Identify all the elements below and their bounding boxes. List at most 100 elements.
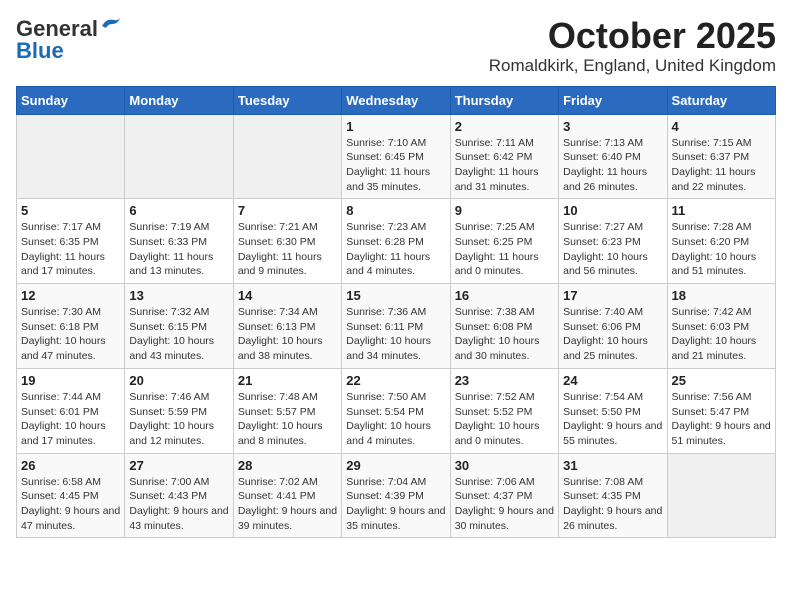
weekday-header-friday: Friday	[559, 86, 667, 114]
day-info: Sunrise: 7:17 AMSunset: 6:35 PMDaylight:…	[21, 220, 120, 279]
calendar-cell: 9 Sunrise: 7:25 AMSunset: 6:25 PMDaylight…	[450, 199, 558, 284]
day-info: Sunrise: 7:40 AMSunset: 6:06 PMDaylight:…	[563, 305, 662, 364]
day-number: 4	[672, 119, 771, 134]
day-number: 18	[672, 288, 771, 303]
day-info: Sunrise: 7:00 AMSunset: 4:43 PMDaylight:…	[129, 475, 228, 534]
day-number: 10	[563, 203, 662, 218]
calendar-cell: 29 Sunrise: 7:04 AMSunset: 4:39 PMDayligh…	[342, 453, 450, 538]
day-number: 5	[21, 203, 120, 218]
day-number: 3	[563, 119, 662, 134]
calendar-table: SundayMondayTuesdayWednesdayThursdayFrid…	[16, 86, 776, 539]
day-number: 16	[455, 288, 554, 303]
calendar-cell	[17, 114, 125, 199]
calendar-cell: 18 Sunrise: 7:42 AMSunset: 6:03 PMDayligh…	[667, 284, 775, 369]
calendar-cell: 15 Sunrise: 7:36 AMSunset: 6:11 PMDayligh…	[342, 284, 450, 369]
logo-bird-icon	[100, 16, 122, 34]
day-info: Sunrise: 7:08 AMSunset: 4:35 PMDaylight:…	[563, 475, 662, 534]
day-number: 26	[21, 458, 120, 473]
day-number: 12	[21, 288, 120, 303]
day-number: 19	[21, 373, 120, 388]
day-info: Sunrise: 7:50 AMSunset: 5:54 PMDaylight:…	[346, 390, 445, 449]
day-info: Sunrise: 7:38 AMSunset: 6:08 PMDaylight:…	[455, 305, 554, 364]
day-number: 7	[238, 203, 337, 218]
day-info: Sunrise: 7:25 AMSunset: 6:25 PMDaylight:…	[455, 220, 554, 279]
day-number: 23	[455, 373, 554, 388]
calendar-week-3: 12 Sunrise: 7:30 AMSunset: 6:18 PMDayligh…	[17, 284, 776, 369]
weekday-header-thursday: Thursday	[450, 86, 558, 114]
logo: General Blue	[16, 16, 122, 64]
calendar-cell: 11 Sunrise: 7:28 AMSunset: 6:20 PMDayligh…	[667, 199, 775, 284]
day-info: Sunrise: 7:28 AMSunset: 6:20 PMDaylight:…	[672, 220, 771, 279]
calendar-cell: 19 Sunrise: 7:44 AMSunset: 6:01 PMDayligh…	[17, 368, 125, 453]
day-info: Sunrise: 7:52 AMSunset: 5:52 PMDaylight:…	[455, 390, 554, 449]
day-number: 11	[672, 203, 771, 218]
day-info: Sunrise: 7:10 AMSunset: 6:45 PMDaylight:…	[346, 136, 445, 195]
calendar-cell: 20 Sunrise: 7:46 AMSunset: 5:59 PMDayligh…	[125, 368, 233, 453]
day-info: Sunrise: 7:04 AMSunset: 4:39 PMDaylight:…	[346, 475, 445, 534]
calendar-cell: 1 Sunrise: 7:10 AMSunset: 6:45 PMDaylight…	[342, 114, 450, 199]
calendar-week-2: 5 Sunrise: 7:17 AMSunset: 6:35 PMDaylight…	[17, 199, 776, 284]
day-number: 25	[672, 373, 771, 388]
day-info: Sunrise: 7:23 AMSunset: 6:28 PMDaylight:…	[346, 220, 445, 279]
day-info: Sunrise: 6:58 AMSunset: 4:45 PMDaylight:…	[21, 475, 120, 534]
calendar-title: October 2025	[489, 16, 776, 56]
calendar-cell: 23 Sunrise: 7:52 AMSunset: 5:52 PMDayligh…	[450, 368, 558, 453]
day-info: Sunrise: 7:34 AMSunset: 6:13 PMDaylight:…	[238, 305, 337, 364]
calendar-cell	[125, 114, 233, 199]
day-info: Sunrise: 7:46 AMSunset: 5:59 PMDaylight:…	[129, 390, 228, 449]
calendar-cell: 25Sunrise: 7:56 AMSunset: 5:47 PMDayligh…	[667, 368, 775, 453]
day-info: Sunrise: 7:32 AMSunset: 6:15 PMDaylight:…	[129, 305, 228, 364]
day-number: 27	[129, 458, 228, 473]
day-number: 17	[563, 288, 662, 303]
calendar-cell: 3Sunrise: 7:13 AMSunset: 6:40 PMDaylight…	[559, 114, 667, 199]
day-info: Sunrise: 7:44 AMSunset: 6:01 PMDaylight:…	[21, 390, 120, 449]
calendar-week-1: 1 Sunrise: 7:10 AMSunset: 6:45 PMDaylight…	[17, 114, 776, 199]
day-info: Sunrise: 7:54 AMSunset: 5:50 PMDaylight:…	[563, 390, 662, 449]
day-number: 29	[346, 458, 445, 473]
day-info: Sunrise: 7:02 AMSunset: 4:41 PMDaylight:…	[238, 475, 337, 534]
calendar-cell: 22 Sunrise: 7:50 AMSunset: 5:54 PMDayligh…	[342, 368, 450, 453]
calendar-cell: 6 Sunrise: 7:19 AMSunset: 6:33 PMDaylight…	[125, 199, 233, 284]
calendar-cell: 17 Sunrise: 7:40 AMSunset: 6:06 PMDayligh…	[559, 284, 667, 369]
weekday-header-tuesday: Tuesday	[233, 86, 341, 114]
day-info: Sunrise: 7:06 AMSunset: 4:37 PMDaylight:…	[455, 475, 554, 534]
day-number: 9	[455, 203, 554, 218]
day-info: Sunrise: 7:11 AMSunset: 6:42 PMDaylight:…	[455, 136, 554, 195]
logo-blue-text: Blue	[16, 38, 64, 64]
day-number: 20	[129, 373, 228, 388]
weekday-header-monday: Monday	[125, 86, 233, 114]
calendar-cell: 30Sunrise: 7:06 AMSunset: 4:37 PMDayligh…	[450, 453, 558, 538]
day-info: Sunrise: 7:21 AMSunset: 6:30 PMDaylight:…	[238, 220, 337, 279]
calendar-cell: 8Sunrise: 7:23 AMSunset: 6:28 PMDaylight…	[342, 199, 450, 284]
calendar-cell: 28 Sunrise: 7:02 AMSunset: 4:41 PMDayligh…	[233, 453, 341, 538]
day-number: 15	[346, 288, 445, 303]
day-number: 21	[238, 373, 337, 388]
calendar-cell: 10Sunrise: 7:27 AMSunset: 6:23 PMDayligh…	[559, 199, 667, 284]
calendar-cell: 31 Sunrise: 7:08 AMSunset: 4:35 PMDayligh…	[559, 453, 667, 538]
day-info: Sunrise: 7:36 AMSunset: 6:11 PMDaylight:…	[346, 305, 445, 364]
calendar-subtitle: Romaldkirk, England, United Kingdom	[489, 56, 776, 76]
day-number: 28	[238, 458, 337, 473]
calendar-cell: 27 Sunrise: 7:00 AMSunset: 4:43 PMDayligh…	[125, 453, 233, 538]
weekday-header-saturday: Saturday	[667, 86, 775, 114]
calendar-week-4: 19 Sunrise: 7:44 AMSunset: 6:01 PMDayligh…	[17, 368, 776, 453]
day-number: 22	[346, 373, 445, 388]
calendar-cell: 13 Sunrise: 7:32 AMSunset: 6:15 PMDayligh…	[125, 284, 233, 369]
calendar-week-5: 26 Sunrise: 6:58 AMSunset: 4:45 PMDayligh…	[17, 453, 776, 538]
day-number: 14	[238, 288, 337, 303]
weekday-header-sunday: Sunday	[17, 86, 125, 114]
day-info: Sunrise: 7:30 AMSunset: 6:18 PMDaylight:…	[21, 305, 120, 364]
calendar-cell: 26 Sunrise: 6:58 AMSunset: 4:45 PMDayligh…	[17, 453, 125, 538]
calendar-cell: 5 Sunrise: 7:17 AMSunset: 6:35 PMDaylight…	[17, 199, 125, 284]
day-number: 1	[346, 119, 445, 134]
day-number: 6	[129, 203, 228, 218]
day-number: 31	[563, 458, 662, 473]
day-info: Sunrise: 7:48 AMSunset: 5:57 PMDaylight:…	[238, 390, 337, 449]
day-info: Sunrise: 7:15 AMSunset: 6:37 PMDaylight:…	[672, 136, 771, 195]
day-info: Sunrise: 7:19 AMSunset: 6:33 PMDaylight:…	[129, 220, 228, 279]
calendar-cell: 24Sunrise: 7:54 AMSunset: 5:50 PMDayligh…	[559, 368, 667, 453]
weekday-header-row: SundayMondayTuesdayWednesdayThursdayFrid…	[17, 86, 776, 114]
day-number: 13	[129, 288, 228, 303]
day-info: Sunrise: 7:42 AMSunset: 6:03 PMDaylight:…	[672, 305, 771, 364]
day-number: 2	[455, 119, 554, 134]
